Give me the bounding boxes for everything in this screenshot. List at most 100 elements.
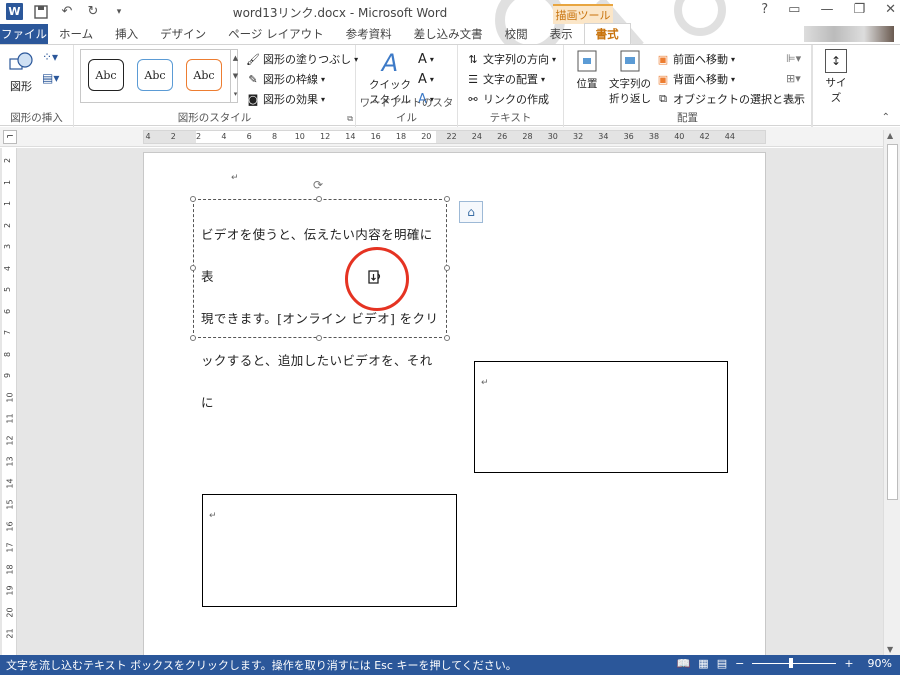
shape-fill-button[interactable]: 🖌 図形の塗りつぶし ▾ [246, 49, 358, 69]
scroll-thumb[interactable] [887, 144, 898, 500]
text-direction-icon: ⇅ [468, 52, 478, 66]
group-label-insert-shapes: 図形の挿入 [10, 112, 63, 124]
vertical-ruler[interactable]: 2 1 1 2 3 4 5 6 7 8 9 10 11 12 13 14 15 16 17 18 19 20 21 [2, 148, 17, 655]
resize-handle[interactable] [444, 335, 450, 341]
tab-home[interactable]: ホーム [48, 24, 104, 44]
ruler-tick: 6 [246, 132, 252, 141]
restore-button[interactable]: ❐ [853, 2, 865, 17]
help-button[interactable]: ? [761, 2, 768, 17]
size-button[interactable]: ↕ サイズ [821, 49, 851, 105]
wrap-text-button[interactable]: 文字列の 折り返し [606, 49, 654, 106]
ruler-toggle-icon[interactable]: ⌐ [3, 130, 17, 144]
textbox-1-text[interactable]: ビデオを使うと、伝えたい内容を明確に表 現できます。[オンライン ビデオ] をク… [201, 214, 445, 424]
text-direction-button[interactable]: ⇅ 文字列の方向 ▾ [466, 49, 556, 69]
ruler-tick: 30 [547, 132, 558, 141]
edit-shape-icon[interactable]: ⁘▾ [42, 50, 58, 64]
style-abc-3[interactable]: Abc [186, 59, 222, 91]
resize-handle[interactable] [190, 196, 196, 202]
vertical-ruler-tick: 15 [5, 499, 15, 510]
resize-handle[interactable] [190, 265, 196, 271]
textbox-2[interactable]: ↵ [474, 361, 728, 473]
tab-file[interactable]: ファイル [0, 24, 48, 44]
scroll-down-icon[interactable]: ▼ [887, 645, 893, 654]
web-layout-icon[interactable]: ▤ [717, 657, 727, 670]
rotate-icon[interactable]: ◬▾ [786, 89, 801, 109]
title-bar: W ↶ ↻ ▾ word13リンク.docx - Microsoft Word … [0, 0, 900, 46]
ruler-tick: 32 [573, 132, 584, 141]
read-mode-icon[interactable]: 📖 [677, 657, 691, 670]
zoom-in-button[interactable]: + [844, 657, 853, 670]
vertical-ruler-tick: 14 [5, 477, 15, 489]
paint-bucket-icon: 🖌 [246, 52, 260, 66]
group-icon[interactable]: ⊞▾ [786, 69, 801, 89]
link-icon: ⚯ [468, 92, 478, 106]
align-buttons: ⊫▾ ⊞▾ ◬▾ [786, 49, 801, 109]
zoom-level[interactable]: 90% [868, 657, 892, 670]
ruler-tick: 8 [271, 132, 278, 141]
resize-handle[interactable] [190, 335, 196, 341]
tab-design[interactable]: デザイン [149, 24, 217, 44]
scroll-up-icon[interactable]: ▲ [887, 131, 893, 140]
collapse-ribbon-icon[interactable]: ⌃ [882, 112, 890, 123]
group-label-arrange: 配置 [677, 112, 698, 124]
vertical-ruler-tick: 6 [3, 308, 13, 314]
ruler-tick: 12 [320, 132, 331, 141]
layout-options-icon[interactable]: ⌂ [459, 201, 483, 223]
group-label-text: テキスト [489, 112, 532, 124]
textbox-1[interactable]: ビデオを使うと、伝えたい内容を明確に表 現できます。[オンライン ビデオ] をク… [193, 199, 447, 410]
style-abc-2[interactable]: Abc [137, 59, 173, 91]
tab-insert[interactable]: 挿入 [104, 24, 149, 44]
position-label: 位置 [576, 78, 598, 90]
textbox-3[interactable]: ↵ [202, 494, 457, 607]
vertical-scrollbar[interactable]: ▲ ▼ [883, 130, 900, 655]
wordart-a-icon: A [381, 49, 399, 77]
resize-handle[interactable] [444, 196, 450, 202]
print-layout-icon[interactable]: ▦ [698, 657, 708, 670]
text-align-label: 文字の配置 [483, 73, 538, 86]
resize-handle[interactable] [444, 265, 450, 271]
gallery-scroll[interactable]: ▲ ▼ ▾ [230, 49, 240, 103]
resize-handle[interactable] [316, 335, 322, 341]
ribbon-display-icon[interactable]: ▭ [788, 2, 800, 17]
tab-format[interactable]: 書式 [583, 23, 631, 44]
tab-references[interactable]: 参考資料 [335, 24, 403, 44]
textbox-draw-icon[interactable]: ▤▾ [42, 71, 59, 85]
shape-effects-label: 図形の効果 [263, 93, 318, 106]
paragraph-mark: ↵ [231, 173, 239, 183]
text-align-button[interactable]: ☰ 文字の配置 ▾ [466, 69, 556, 89]
text-outline-button[interactable]: A ▾ [418, 69, 434, 89]
resize-handle[interactable] [316, 196, 322, 202]
shape-styles-launcher-icon[interactable]: ⧉ [347, 114, 353, 124]
horizontal-ruler[interactable]: 4 2 2 4 6 8 10 12 14 16 18 20 22 24 26 28 30 32 34 36 38 40 42… [143, 130, 766, 144]
create-link-button[interactable]: ⚯ リンクの作成 [466, 89, 556, 109]
close-button[interactable]: ✕ [885, 2, 896, 17]
text-align-icon: ☰ [468, 72, 478, 86]
position-button[interactable]: 位置 [572, 49, 602, 91]
vertical-ruler-tick: 18 [5, 563, 15, 575]
rotate-handle-icon[interactable]: ⟳ [313, 178, 323, 192]
tab-page-layout[interactable]: ページ レイアウト [217, 24, 334, 44]
ruler-tick: 36 [623, 132, 634, 141]
user-account[interactable] [804, 26, 894, 42]
shape-effects-button[interactable]: ◙ 図形の効果 ▾ [246, 89, 358, 109]
tab-view[interactable]: 表示 [539, 24, 584, 44]
ruler-tick: 10 [294, 132, 305, 141]
size-label: サイズ [825, 77, 847, 104]
tab-review[interactable]: 校閲 [494, 24, 539, 44]
send-backward-button[interactable]: ▣ 背面へ移動 ▾ [656, 69, 805, 89]
style-abc-1[interactable]: Abc [88, 59, 124, 91]
zoom-slider-knob[interactable] [789, 658, 794, 668]
text-fill-button[interactable]: A ▾ [418, 49, 434, 69]
selection-pane-button[interactable]: ⧉ オブジェクトの選択と表示 [656, 89, 805, 109]
minimize-button[interactable]: — [820, 2, 833, 17]
shapes-button[interactable]: 図形 [6, 51, 36, 94]
zoom-out-button[interactable]: − [735, 657, 744, 670]
tab-mailings[interactable]: 差し込み文書 [403, 24, 494, 44]
vertical-ruler-tick: 4 [3, 265, 13, 271]
vertical-ruler-tick: 13 [5, 456, 15, 467]
zoom-slider[interactable] [752, 658, 837, 668]
align-icon[interactable]: ⊫▾ [786, 49, 801, 69]
wrap-text-label-1: 文字列の [609, 78, 651, 90]
bring-forward-button[interactable]: ▣ 前面へ移動 ▾ [656, 49, 805, 69]
shape-outline-button[interactable]: ✎ 図形の枠線 ▾ [246, 69, 358, 89]
